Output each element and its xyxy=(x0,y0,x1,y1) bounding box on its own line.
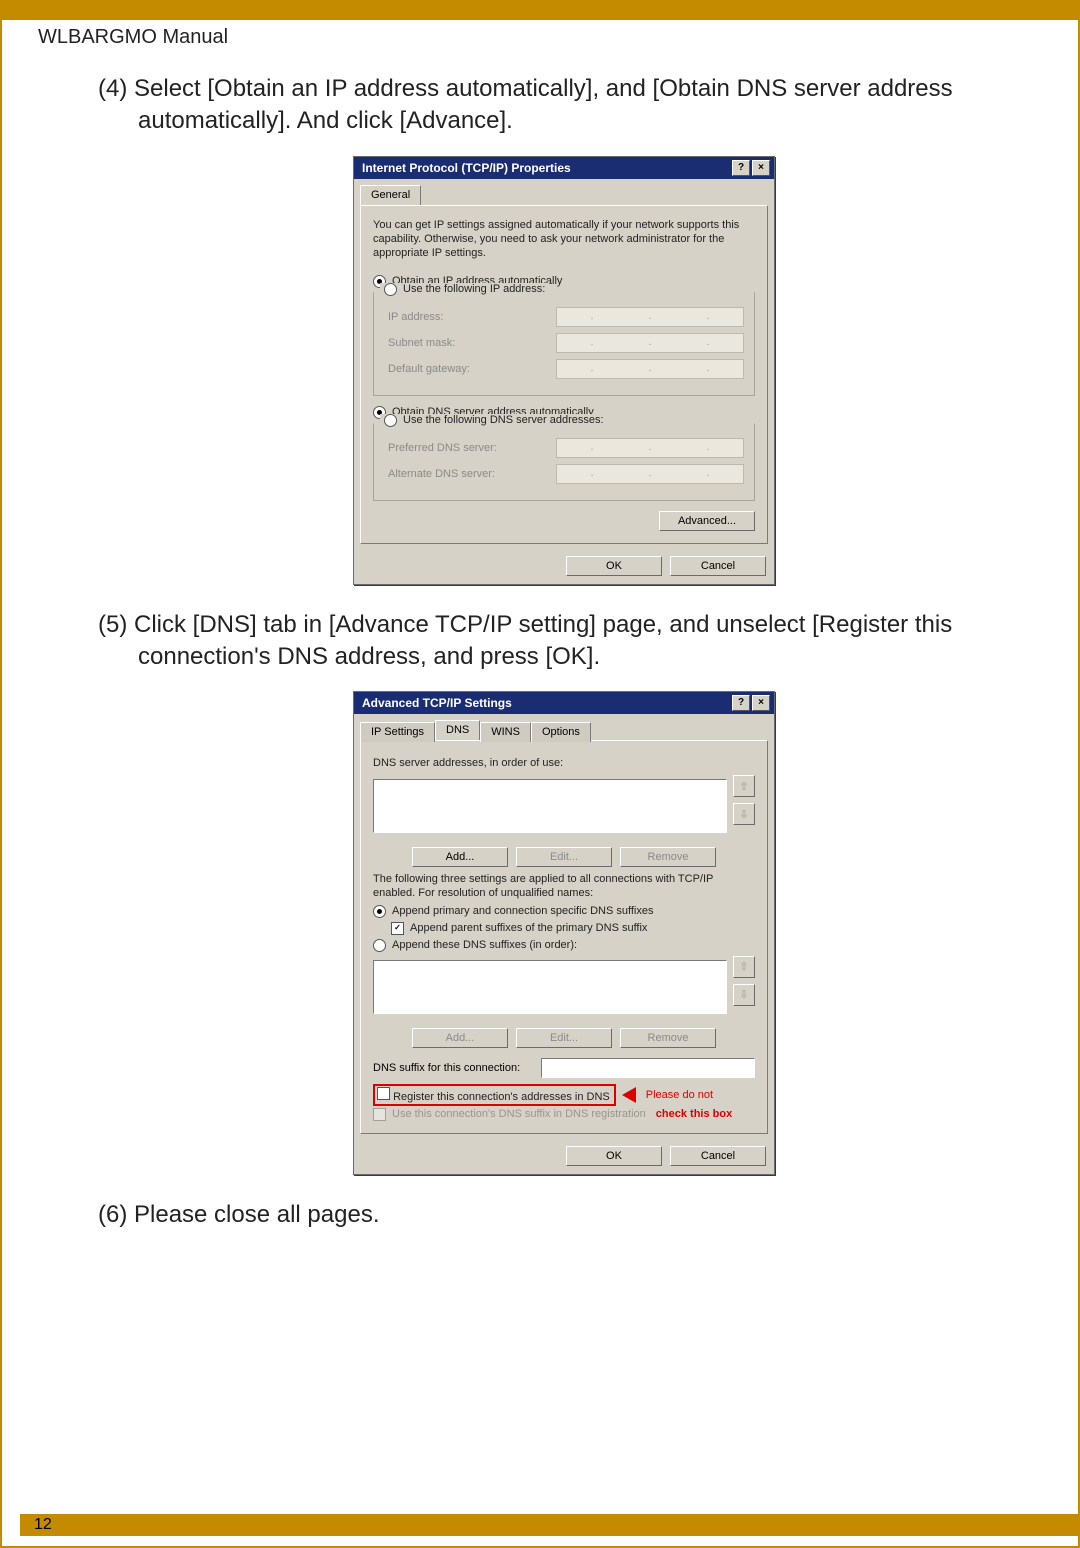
radio-icon[interactable] xyxy=(384,414,397,427)
dns-servers-list[interactable] xyxy=(373,779,727,833)
subnet-mask-input[interactable]: ... xyxy=(556,333,744,353)
callout-text-2: check this box xyxy=(656,1108,732,1120)
page-content: (4) Select [Obtain an IP address automat… xyxy=(2,53,1078,1231)
help-icon[interactable]: ? xyxy=(732,695,750,711)
tab-ip-settings[interactable]: IP Settings xyxy=(360,722,435,742)
subnet-mask-label: Subnet mask: xyxy=(388,337,548,349)
default-gateway-label: Default gateway: xyxy=(388,363,548,375)
tab-row: IP Settings DNS WINS Options xyxy=(354,714,774,740)
radio-icon xyxy=(373,939,386,952)
radio-append-these[interactable]: Append these DNS suffixes (in order): xyxy=(373,939,755,952)
close-icon[interactable]: × xyxy=(752,160,770,176)
doc-header: WLBARGMO Manual xyxy=(2,20,1078,53)
checkbox-label: Append parent suffixes of the primary DN… xyxy=(410,922,647,934)
move-up-button[interactable]: ⇧ xyxy=(733,775,755,797)
add-button[interactable]: Add... xyxy=(412,847,508,867)
edit-button[interactable]: Edit... xyxy=(516,847,612,867)
page-number-bar: 12 xyxy=(20,1514,1078,1536)
move-up-button[interactable]: ⇧ xyxy=(733,956,755,978)
step-6-text: (6) Please close all pages. xyxy=(98,1199,1030,1231)
use-dns-group: Use the following DNS server addresses: … xyxy=(373,423,755,501)
cancel-button[interactable]: Cancel xyxy=(670,556,766,576)
move-down-button[interactable]: ⇩ xyxy=(733,803,755,825)
checkbox-icon xyxy=(391,922,404,935)
tcpip-properties-dialog: Internet Protocol (TCP/IP) Properties ? … xyxy=(353,156,775,585)
dns-tab-panel: DNS server addresses, in order of use: ⇧… xyxy=(360,740,768,1133)
register-checkbox-label: Register this connection's addresses in … xyxy=(393,1091,610,1103)
page-number: 12 xyxy=(34,1516,52,1534)
cancel-button[interactable]: Cancel xyxy=(670,1146,766,1166)
advanced-tcpip-dialog: Advanced TCP/IP Settings ? × IP Settings… xyxy=(353,691,775,1174)
add-button[interactable]: Add... xyxy=(412,1028,508,1048)
dns-order-label: DNS server addresses, in order of use: xyxy=(373,757,755,771)
move-down-button[interactable]: ⇩ xyxy=(733,984,755,1006)
remove-button[interactable]: Remove xyxy=(620,1028,716,1048)
checkbox-append-parent[interactable]: Append parent suffixes of the primary DN… xyxy=(373,922,755,935)
dialog-titlebar: Advanced TCP/IP Settings ? × xyxy=(354,692,774,714)
ip-address-input[interactable]: ... xyxy=(556,307,744,327)
radio-label: Append these DNS suffixes (in order): xyxy=(392,939,577,951)
step-5-text: (5) Click [DNS] tab in [Advance TCP/IP s… xyxy=(98,609,1030,674)
ok-button[interactable]: OK xyxy=(566,1146,662,1166)
dns-suffixes-list[interactable] xyxy=(373,960,727,1014)
dns-suffix-label: DNS suffix for this connection: xyxy=(373,1062,533,1074)
step-4-text: (4) Select [Obtain an IP address automat… xyxy=(98,73,1030,138)
radio-use-ip-label: Use the following IP address: xyxy=(403,283,545,295)
dialog-titlebar: Internet Protocol (TCP/IP) Properties ? … xyxy=(354,157,774,179)
register-checkbox-highlight: Register this connection's addresses in … xyxy=(373,1084,616,1106)
tab-row: General xyxy=(354,179,774,205)
checkbox-icon[interactable] xyxy=(377,1087,390,1100)
preferred-dns-label: Preferred DNS server: xyxy=(388,442,548,454)
ip-address-label: IP address: xyxy=(388,311,548,323)
general-description: You can get IP settings assigned automat… xyxy=(373,218,755,261)
dialog-title: Advanced TCP/IP Settings xyxy=(362,696,512,710)
manual-page: WLBARGMO Manual (4) Select [Obtain an IP… xyxy=(0,0,1080,1548)
remove-button[interactable]: Remove xyxy=(620,847,716,867)
suffix-description: The following three settings are applied… xyxy=(373,873,755,901)
help-icon[interactable]: ? xyxy=(732,160,750,176)
dialog-title: Internet Protocol (TCP/IP) Properties xyxy=(362,161,571,175)
advanced-button[interactable]: Advanced... xyxy=(659,511,755,531)
page-top-stripe xyxy=(2,2,1078,20)
tab-general[interactable]: General xyxy=(360,185,421,205)
alternate-dns-input[interactable]: ... xyxy=(556,464,744,484)
radio-icon xyxy=(373,905,386,918)
arrow-left-icon xyxy=(622,1087,636,1103)
alternate-dns-label: Alternate DNS server: xyxy=(388,468,548,480)
radio-icon[interactable] xyxy=(384,283,397,296)
close-icon[interactable]: × xyxy=(752,695,770,711)
preferred-dns-input[interactable]: ... xyxy=(556,438,744,458)
checkbox-icon[interactable] xyxy=(373,1108,386,1121)
use-suffix-checkbox-label: Use this connection's DNS suffix in DNS … xyxy=(392,1108,646,1120)
radio-use-dns-label: Use the following DNS server addresses: xyxy=(403,414,604,426)
radio-append-primary[interactable]: Append primary and connection specific D… xyxy=(373,905,755,918)
ok-button[interactable]: OK xyxy=(566,556,662,576)
tab-options[interactable]: Options xyxy=(531,722,591,742)
general-tab-panel: You can get IP settings assigned automat… xyxy=(360,205,768,544)
tab-wins[interactable]: WINS xyxy=(480,722,531,742)
use-ip-group: Use the following IP address: IP address… xyxy=(373,292,755,396)
tab-dns[interactable]: DNS xyxy=(435,720,480,740)
radio-label: Append primary and connection specific D… xyxy=(392,905,654,917)
callout-text-1: Please do not xyxy=(646,1089,713,1101)
default-gateway-input[interactable]: ... xyxy=(556,359,744,379)
edit-button[interactable]: Edit... xyxy=(516,1028,612,1048)
dns-suffix-input[interactable] xyxy=(541,1058,755,1078)
